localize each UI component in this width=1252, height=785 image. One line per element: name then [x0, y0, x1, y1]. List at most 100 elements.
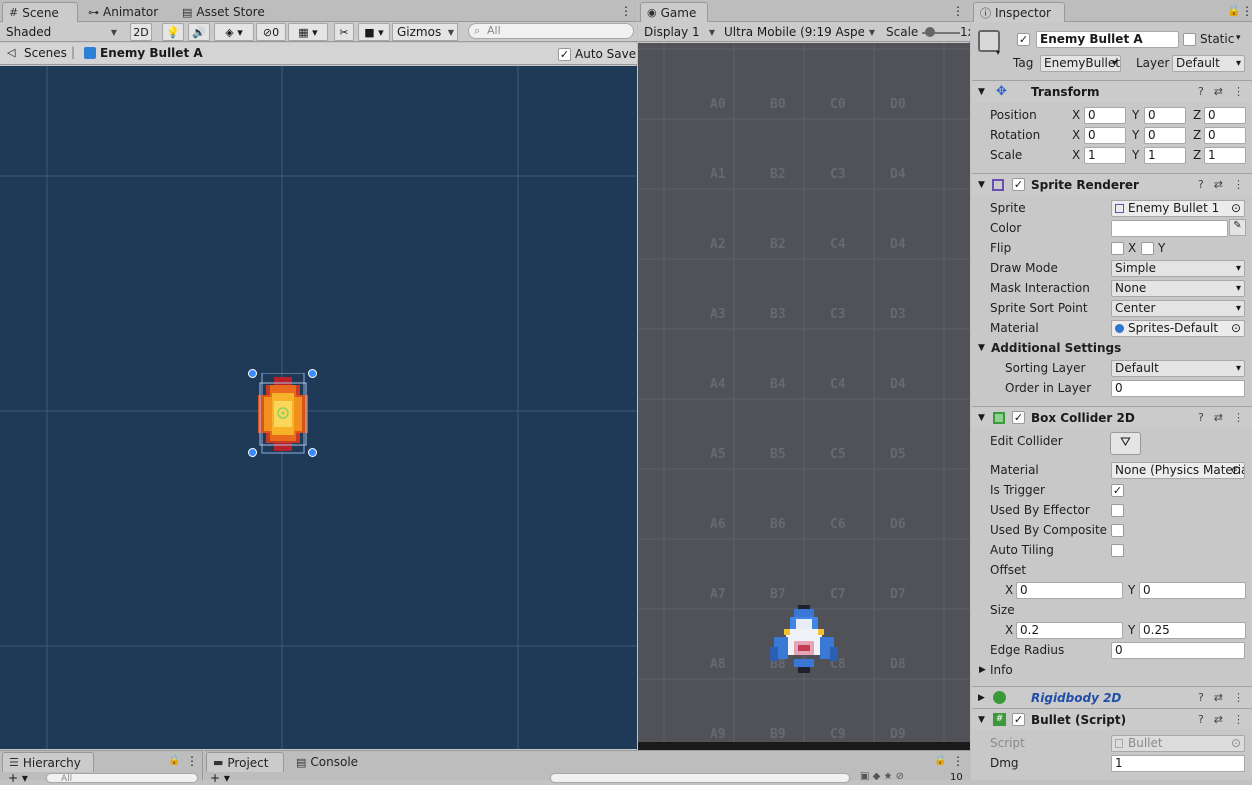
eyedropper-icon[interactable]: ✎: [1229, 219, 1246, 236]
foldout-arrow-icon[interactable]: ▼: [978, 343, 985, 353]
tab-game[interactable]: ◉ Game: [640, 2, 708, 22]
sprite-renderer-enabled-checkbox[interactable]: ✓: [1012, 178, 1025, 191]
transform-scale-z-field[interactable]: 1: [1204, 147, 1246, 164]
used-by-effector-checkbox[interactable]: [1111, 504, 1124, 517]
transform-scale-y-field[interactable]: 1: [1144, 147, 1186, 164]
dmg-field[interactable]: 1: [1111, 755, 1245, 772]
tab-hierarchy[interactable]: ☰ Hierarchy: [2, 752, 94, 772]
component-menu-icon[interactable]: ⋮: [1233, 411, 1244, 424]
offset-x-field[interactable]: 0: [1016, 582, 1123, 599]
resize-handle-tl[interactable]: [248, 369, 257, 378]
enemy-bullet-sprite[interactable]: [252, 373, 314, 455]
transform-rotation-x-field[interactable]: 0: [1084, 127, 1126, 144]
filter-icons[interactable]: ▣ ◆ ★ ⊘: [860, 771, 904, 782]
hierarchy-search-input[interactable]: All: [46, 773, 198, 783]
foldout-arrow-icon[interactable]: ▼: [978, 413, 985, 423]
size-y-field[interactable]: 0.25: [1139, 622, 1246, 639]
foldout-arrow-icon[interactable]: ▼: [978, 715, 985, 725]
sort-point-select[interactable]: Center: [1111, 300, 1245, 317]
effects-icon[interactable]: ◈ ▾: [214, 23, 254, 41]
tag-select[interactable]: EnemyBullet: [1040, 55, 1121, 72]
foldout-arrow-icon[interactable]: ▼: [978, 87, 985, 97]
foldout-arrow-icon[interactable]: ▶: [979, 665, 986, 675]
audio-icon[interactable]: 🔊: [188, 23, 210, 41]
object-picker-icon[interactable]: ⊙: [1231, 321, 1241, 336]
resize-handle-tr[interactable]: [308, 369, 317, 378]
inspector-more-icon[interactable]: ⋮: [1241, 4, 1252, 18]
transform-position-x-field[interactable]: 0: [1084, 107, 1126, 124]
more-options-icon[interactable]: ⋮: [620, 4, 632, 18]
scale-slider-thumb[interactable]: [925, 27, 935, 37]
script-enabled-checkbox[interactable]: ✓: [1012, 713, 1025, 726]
tab-animator[interactable]: ⊶ Animator: [82, 2, 164, 22]
sprite-renderer-header[interactable]: ▼ ✓ Sprite Renderer ? ⇄ ⋮: [972, 173, 1252, 195]
preset-icon[interactable]: ⇄: [1214, 691, 1223, 704]
transform-rotation-z-field[interactable]: 0: [1204, 127, 1246, 144]
preset-icon[interactable]: ⇄: [1214, 411, 1223, 424]
tab-inspector[interactable]: ⓘ Inspector: [973, 2, 1065, 22]
project-search-input[interactable]: [550, 773, 850, 783]
help-icon[interactable]: ?: [1198, 411, 1204, 424]
used-by-composite-checkbox[interactable]: [1111, 524, 1124, 537]
help-icon[interactable]: ?: [1198, 178, 1204, 191]
transform-header[interactable]: ▼ ✥ Transform ? ⇄ ⋮: [972, 80, 1252, 102]
additional-settings-label[interactable]: Additional Settings: [991, 341, 1121, 355]
collider-material-field[interactable]: None (Physics Material 2D)⊙: [1111, 462, 1245, 479]
hierarchy-more-icon[interactable]: ⋮: [186, 754, 198, 768]
create-plus-icon[interactable]: + ▾: [210, 771, 230, 785]
static-dropdown-icon[interactable]: ▾: [1236, 33, 1241, 43]
component-menu-icon[interactable]: ⋮: [1233, 713, 1244, 726]
resize-handle-br[interactable]: [308, 448, 317, 457]
back-arrow-icon[interactable]: ◁: [7, 46, 15, 59]
preset-icon[interactable]: ⇄: [1214, 178, 1223, 191]
project-more-icon[interactable]: ⋮: [952, 754, 964, 768]
transform-position-z-field[interactable]: 0: [1204, 107, 1246, 124]
layer-select[interactable]: Default: [1172, 55, 1245, 72]
aspect-dropdown[interactable]: Ultra Mobile (9:19 Aspect)▼: [720, 23, 878, 41]
lighting-icon[interactable]: 💡: [162, 23, 184, 41]
resize-handle-bl[interactable]: [248, 448, 257, 457]
icon-dropdown-arrow[interactable]: ▾: [996, 48, 1000, 57]
tab-project[interactable]: ▬ Project: [206, 752, 284, 772]
material-object-field[interactable]: Sprites-Default ⊙: [1111, 320, 1245, 337]
draw-mode-select[interactable]: Simple: [1111, 260, 1245, 277]
tools-icon[interactable]: ✂: [334, 23, 354, 41]
create-plus-icon[interactable]: + ▾: [8, 771, 28, 785]
transform-scale-x-field[interactable]: 1: [1084, 147, 1126, 164]
order-in-layer-field[interactable]: 0: [1111, 380, 1245, 397]
object-name-field[interactable]: Enemy Bullet A: [1036, 31, 1179, 48]
offset-y-field[interactable]: 0: [1139, 582, 1246, 599]
auto-tiling-checkbox[interactable]: [1111, 544, 1124, 557]
component-menu-icon[interactable]: ⋮: [1233, 85, 1244, 98]
lock-icon[interactable]: 🔒: [168, 755, 180, 766]
lock-icon[interactable]: 🔒: [1227, 4, 1241, 17]
breadcrumb-object[interactable]: Enemy Bullet A: [100, 46, 203, 60]
bullet-script-header[interactable]: ▼ # ✓ Bullet (Script) ? ⇄ ⋮: [972, 708, 1252, 730]
game-more-icon[interactable]: ⋮: [952, 4, 964, 18]
box-collider-header[interactable]: ▼ ✓ Box Collider 2D ? ⇄ ⋮: [972, 406, 1252, 428]
auto-save-checkbox[interactable]: ✓: [558, 48, 571, 61]
rigidbody-header[interactable]: ▶ Rigidbody 2D ? ⇄ ⋮: [972, 686, 1252, 708]
component-menu-icon[interactable]: ⋮: [1233, 178, 1244, 191]
flip-x-checkbox[interactable]: [1111, 242, 1124, 255]
transform-position-y-field[interactable]: 0: [1144, 107, 1186, 124]
size-x-field[interactable]: 0.2: [1016, 622, 1123, 639]
scene-viewport[interactable]: [0, 66, 637, 749]
edge-radius-field[interactable]: 0: [1111, 642, 1245, 659]
info-foldout-label[interactable]: Info: [990, 663, 1013, 677]
tab-asset-store[interactable]: ▤ Asset Store: [176, 2, 271, 22]
visibility-toggle[interactable]: ⊘ 0: [256, 23, 286, 41]
object-picker-icon[interactable]: ⊙: [1231, 201, 1241, 216]
sprite-object-field[interactable]: Enemy Bullet 1 ⊙: [1111, 200, 1245, 217]
is-trigger-checkbox[interactable]: ✓: [1111, 484, 1124, 497]
preset-icon[interactable]: ⇄: [1214, 85, 1223, 98]
help-icon[interactable]: ?: [1198, 85, 1204, 98]
gizmos-dropdown[interactable]: Gizmos ▼: [392, 23, 458, 41]
game-viewport[interactable]: A0 B0 C0 D0 A1 B2 C3 D4 A2 B2 C4 D4 A3 B3 C3 D3 A4 B4 C4 D4…: [638, 43, 970, 750]
edit-collider-button[interactable]: ⛛: [1110, 432, 1141, 455]
mask-interaction-select[interactable]: None: [1111, 280, 1245, 297]
static-checkbox[interactable]: [1183, 33, 1196, 46]
toggle-2d-button[interactable]: 2D: [130, 23, 152, 41]
grid-snap-icon[interactable]: ▦ ▾: [288, 23, 328, 41]
sorting-layer-select[interactable]: Default: [1111, 360, 1245, 377]
